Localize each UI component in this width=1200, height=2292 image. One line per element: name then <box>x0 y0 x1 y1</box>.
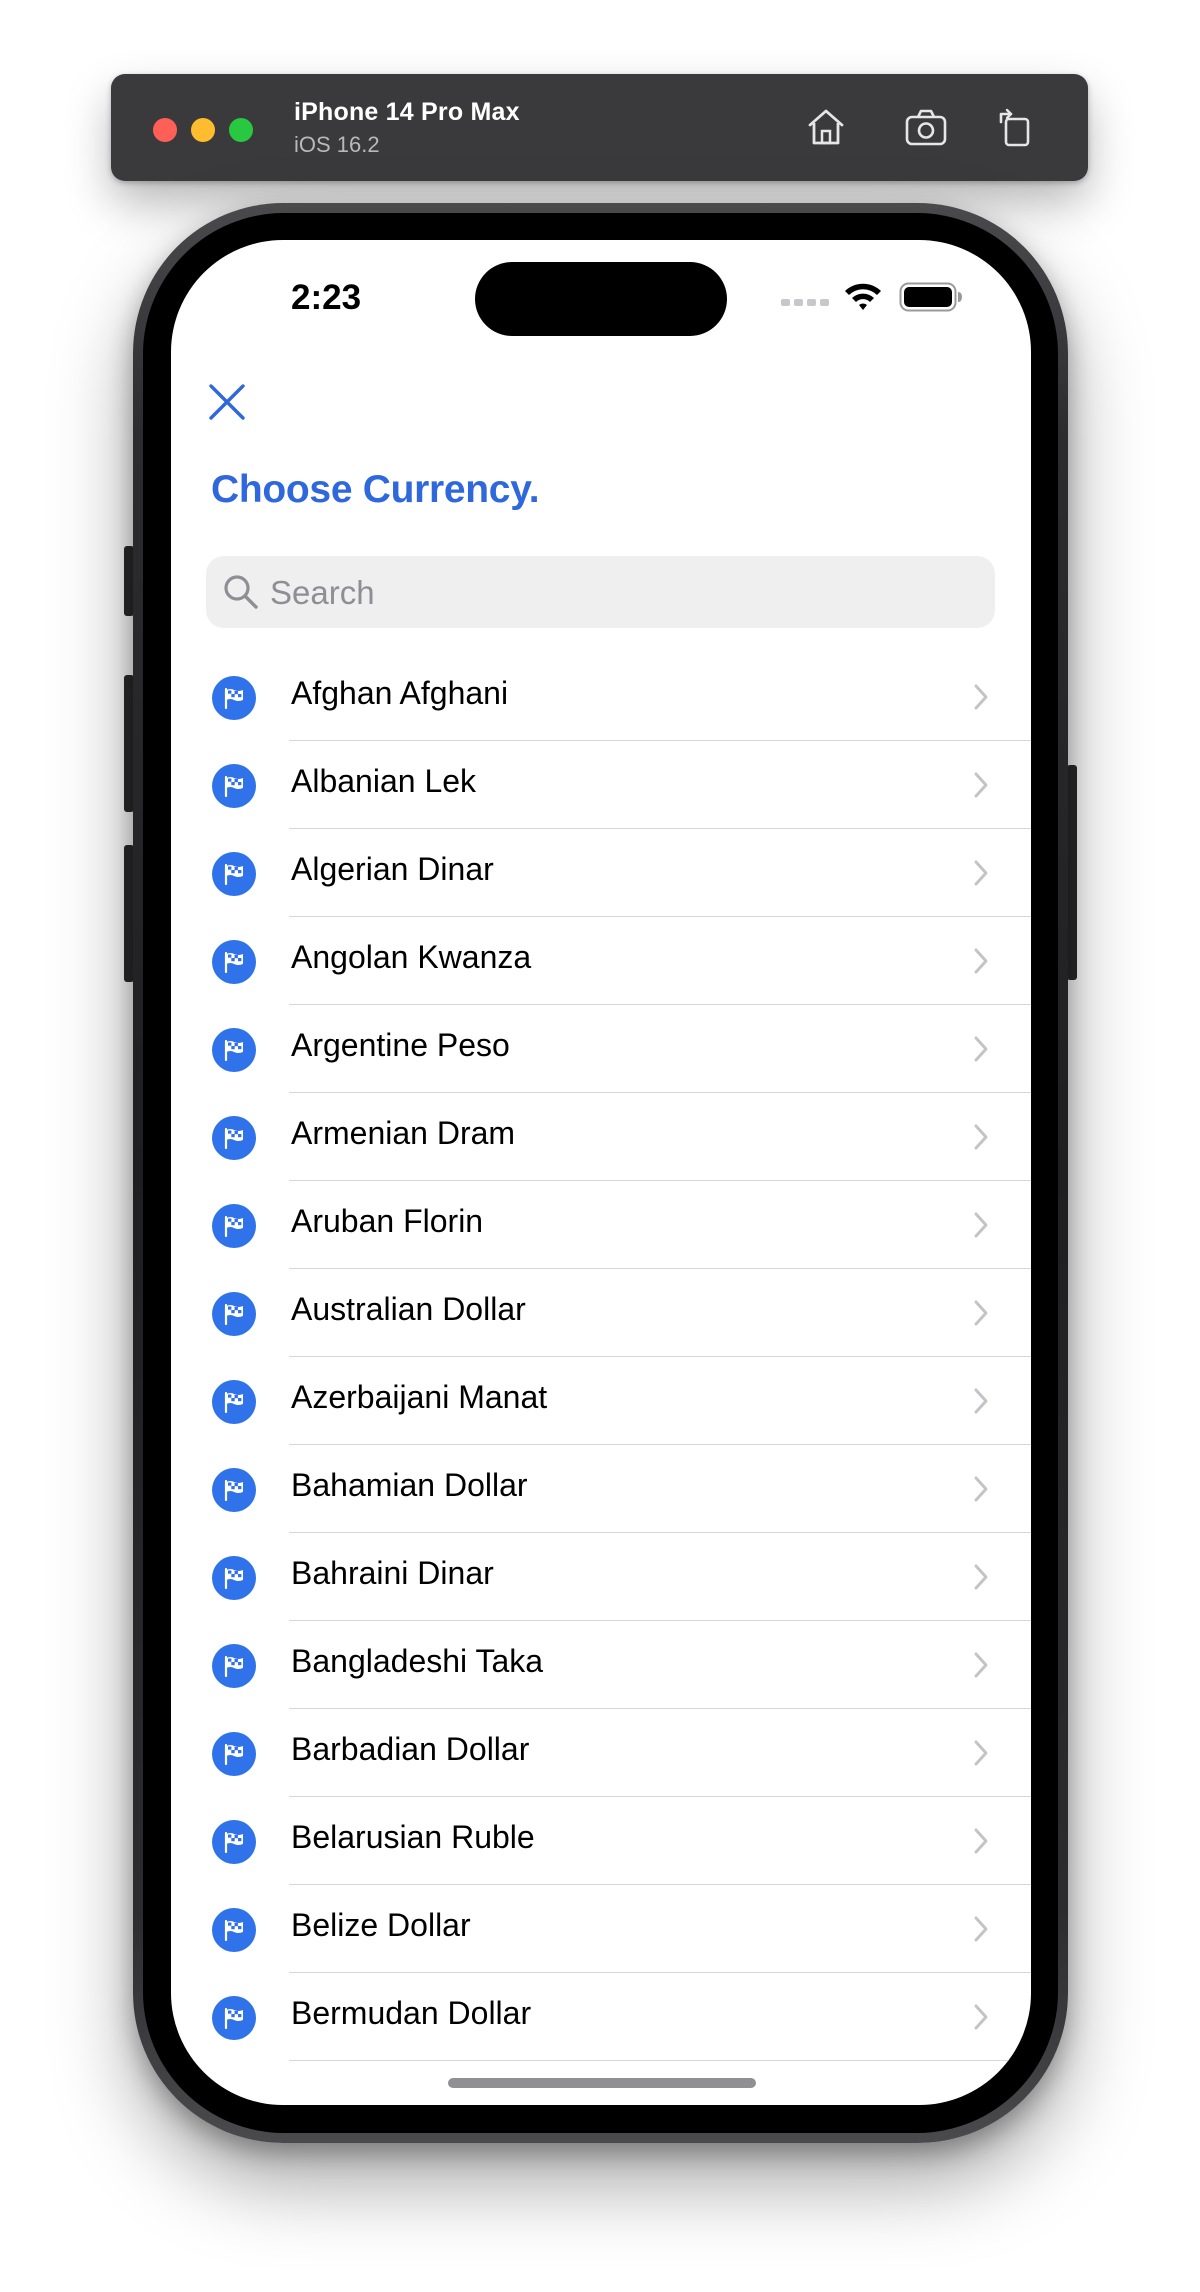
chevron-right-icon <box>973 1299 989 1327</box>
currency-row[interactable]: Armenian Dram <box>171 1093 1031 1181</box>
currency-label: Belize Dollar <box>291 1907 471 1943</box>
chevron-right-icon <box>973 1563 989 1591</box>
currency-row[interactable]: Aruban Florin <box>171 1181 1031 1269</box>
currency-row[interactable]: Afghan Afghani <box>171 653 1031 741</box>
close-icon[interactable] <box>207 382 247 422</box>
currency-label: Algerian Dinar <box>291 851 494 887</box>
chevron-right-icon <box>973 1387 989 1415</box>
device-name: iPhone 14 Pro Max <box>294 98 520 126</box>
checkered-flag-icon <box>212 1292 256 1336</box>
search-input[interactable] <box>268 556 972 630</box>
row-separator <box>289 2060 1031 2061</box>
currency-list: Afghan Afghani Albanian Lek Algerian Dinar… <box>171 653 1031 2061</box>
currency-row[interactable]: Azerbaijani Manat <box>171 1357 1031 1445</box>
checkered-flag-icon <box>212 1116 256 1160</box>
chevron-right-icon <box>973 1475 989 1503</box>
checkered-flag-icon <box>212 1732 256 1776</box>
currency-row[interactable]: Australian Dollar <box>171 1269 1031 1357</box>
close-window-button[interactable] <box>153 118 177 142</box>
search-icon <box>222 573 260 611</box>
battery-icon <box>899 282 963 312</box>
currency-label: Aruban Florin <box>291 1203 484 1239</box>
checkered-flag-icon <box>212 1644 256 1688</box>
checkered-flag-icon <box>212 1908 256 1952</box>
home-indicator[interactable] <box>448 2078 756 2088</box>
currency-row[interactable]: Barbadian Dollar <box>171 1709 1031 1797</box>
os-version: iOS 16.2 <box>294 132 380 157</box>
chevron-right-icon <box>973 1915 989 1943</box>
chevron-right-icon <box>973 1827 989 1855</box>
chevron-right-icon <box>973 1739 989 1767</box>
currency-label: Argentine Peso <box>291 1027 510 1063</box>
checkered-flag-icon <box>212 676 256 720</box>
currency-label: Belarusian Ruble <box>291 1819 535 1855</box>
simulator-toolbar: iPhone 14 Pro Max iOS 16.2 <box>111 74 1088 181</box>
currency-label: Bangladeshi Taka <box>291 1643 544 1679</box>
checkered-flag-icon <box>212 1820 256 1864</box>
currency-row[interactable]: Algerian Dinar <box>171 829 1031 917</box>
chevron-right-icon <box>973 771 989 799</box>
cellular-icon <box>781 294 831 306</box>
dynamic-island <box>475 262 727 336</box>
currency-label: Barbadian Dollar <box>291 1731 530 1767</box>
screenshot-icon[interactable] <box>903 104 949 150</box>
chevron-right-icon <box>973 859 989 887</box>
currency-row[interactable]: Argentine Peso <box>171 1005 1031 1093</box>
page-title: Choose Currency. <box>211 468 540 511</box>
phone-screen: 2:23 Choose Currency. Search Afghan Afgh… <box>171 240 1031 2105</box>
search-bar[interactable] <box>206 556 995 630</box>
currency-row[interactable]: Bahraini Dinar <box>171 1533 1031 1621</box>
currency-label: Angolan Kwanza <box>291 939 532 975</box>
checkered-flag-icon <box>212 852 256 896</box>
chevron-right-icon <box>973 1651 989 1679</box>
checkered-flag-icon <box>212 1204 256 1248</box>
checkered-flag-icon <box>212 1028 256 1072</box>
checkered-flag-icon <box>212 1468 256 1512</box>
chevron-right-icon <box>973 683 989 711</box>
currency-label: Afghan Afghani <box>291 675 509 711</box>
chevron-right-icon <box>973 1035 989 1063</box>
currency-label: Bermudan Dollar <box>291 1995 532 2031</box>
currency-label: Armenian Dram <box>291 1115 516 1151</box>
checkered-flag-icon <box>212 1380 256 1424</box>
currency-label: Australian Dollar <box>291 1291 526 1327</box>
checkered-flag-icon <box>212 1556 256 1600</box>
currency-row[interactable]: Bermudan Dollar <box>171 1973 1031 2061</box>
chevron-right-icon <box>973 1211 989 1239</box>
currency-label: Azerbaijani Manat <box>291 1379 548 1415</box>
simulator-stage: iPhone 14 Pro Max iOS 16.2 2:23 Choose C… <box>0 0 1200 2292</box>
currency-row[interactable]: Belarusian Ruble <box>171 1797 1031 1885</box>
currency-row[interactable]: Bahamian Dollar <box>171 1445 1031 1533</box>
currency-label: Bahamian Dollar <box>291 1467 528 1503</box>
chevron-right-icon <box>973 2003 989 2031</box>
checkered-flag-icon <box>212 1996 256 2040</box>
currency-label: Bahraini Dinar <box>291 1555 494 1591</box>
currency-row[interactable]: Belize Dollar <box>171 1885 1031 1973</box>
currency-label: Albanian Lek <box>291 763 477 799</box>
zoom-window-button[interactable] <box>229 118 253 142</box>
chevron-right-icon <box>973 1123 989 1151</box>
currency-row[interactable]: Bangladeshi Taka <box>171 1621 1031 1709</box>
currency-row[interactable]: Angolan Kwanza <box>171 917 1031 1005</box>
checkered-flag-icon <box>212 764 256 808</box>
home-icon[interactable] <box>803 104 849 150</box>
minimize-window-button[interactable] <box>191 118 215 142</box>
checkered-flag-icon <box>212 940 256 984</box>
rotate-icon[interactable] <box>993 104 1039 150</box>
power-button <box>1067 765 1077 980</box>
wifi-icon <box>843 280 883 312</box>
status-time: 2:23 <box>291 278 362 317</box>
currency-row[interactable]: Albanian Lek <box>171 741 1031 829</box>
chevron-right-icon <box>973 947 989 975</box>
